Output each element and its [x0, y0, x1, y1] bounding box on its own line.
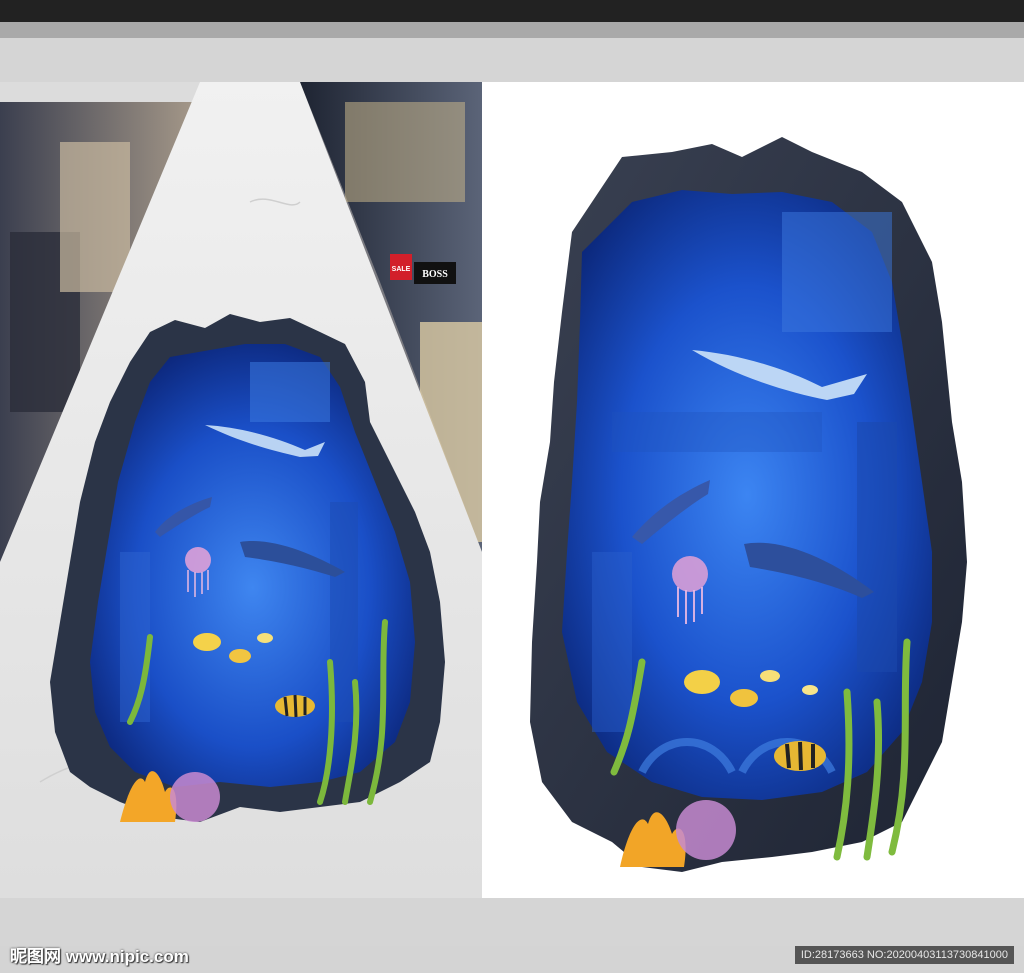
boss-sign-text: BOSS	[422, 269, 448, 280]
artwork-preview	[482, 82, 1024, 898]
mall-floor-preview: SALE BOSS	[0, 82, 482, 898]
top-strip	[0, 22, 1024, 38]
ocean-hole-artwork	[530, 137, 967, 872]
fish-yellow-left-1	[193, 633, 221, 651]
fish-yellow-left-2	[229, 649, 251, 663]
coral-purple-right	[676, 800, 736, 860]
mall-floor-scene: SALE BOSS	[0, 82, 482, 898]
jellyfish-left	[185, 547, 211, 573]
coral-purple-left	[170, 772, 220, 822]
fish-yellow-right-4	[802, 685, 818, 695]
sale-sign-text: SALE	[392, 266, 411, 273]
site-watermark: 昵图网 www.nipic.com	[10, 947, 189, 966]
image-id-label: ID:28173663 NO:20200403113730841000	[794, 946, 1014, 964]
fish-yellow-left-3	[257, 633, 273, 643]
top-bar	[0, 0, 1024, 22]
fish-yellow-right-3	[760, 670, 780, 682]
jellyfish-right	[672, 556, 708, 592]
fish-yellow-right-1	[684, 670, 720, 694]
fish-yellow-right-2	[730, 689, 758, 707]
